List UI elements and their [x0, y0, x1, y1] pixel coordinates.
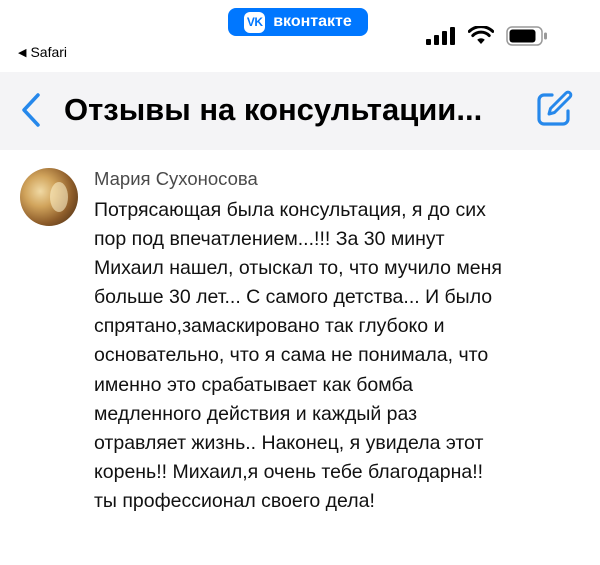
status-bar: ◀ Safari VK вконтакте — [0, 0, 600, 72]
comment-text-line: пор под впечатлением...!!! За 30 минут — [94, 228, 445, 251]
comment-text-line: корень!! Михаил,я очень тебе благодарна!… — [94, 460, 484, 483]
edit-button[interactable] — [533, 88, 575, 130]
page-title: Отзывы на консультации... — [64, 92, 483, 127]
back-triangle-icon: ◀ — [18, 46, 27, 59]
status-icons — [426, 26, 548, 46]
comment-text-line: отравляет жизнь.. Наконец, я увидела это… — [94, 431, 484, 454]
nav-header: Отзывы на консультации... — [0, 72, 600, 150]
back-button[interactable] — [16, 90, 46, 130]
vk-logo-icon: VK — [244, 11, 266, 33]
comment-text-line: Михаил нашел, отыскал то, что мучило мен… — [94, 257, 502, 280]
comment-text-line: основательно, что я сама не понимала, чт… — [94, 344, 489, 367]
cellular-signal-icon — [426, 27, 455, 45]
comment-text-line: больше 30 лет... С самого детства... И б… — [94, 286, 493, 309]
avatar[interactable] — [20, 168, 78, 226]
back-to-app-label: Safari — [30, 44, 68, 60]
comment-text-line: ты профессионал своего дела! — [94, 489, 375, 512]
comment: Мария Сухоносова Потрясающая была консул… — [0, 150, 600, 565]
comment-text-line: спрятано,замаскировано так глубоко и — [94, 315, 445, 338]
comment-text-line: Потрясающая была консультация, я до сих — [94, 199, 486, 221]
app-badge-label: вконтакте — [273, 13, 352, 30]
app-badge[interactable]: VK вконтакте — [228, 8, 368, 36]
back-to-app-button[interactable]: ◀ Safari — [18, 44, 67, 60]
comment-text-line: именно это срабатывает как бомба — [94, 373, 414, 396]
comment-text-line: медленного действия и каждый раз — [94, 402, 418, 425]
battery-icon — [506, 26, 547, 46]
chevron-left-icon — [22, 93, 40, 127]
comment-author[interactable]: Мария Сухоносова — [94, 167, 258, 191]
edit-icon — [537, 90, 573, 126]
comment-text: Потрясающая была консультация, я до сих … — [94, 196, 589, 516]
wifi-icon — [468, 26, 494, 44]
